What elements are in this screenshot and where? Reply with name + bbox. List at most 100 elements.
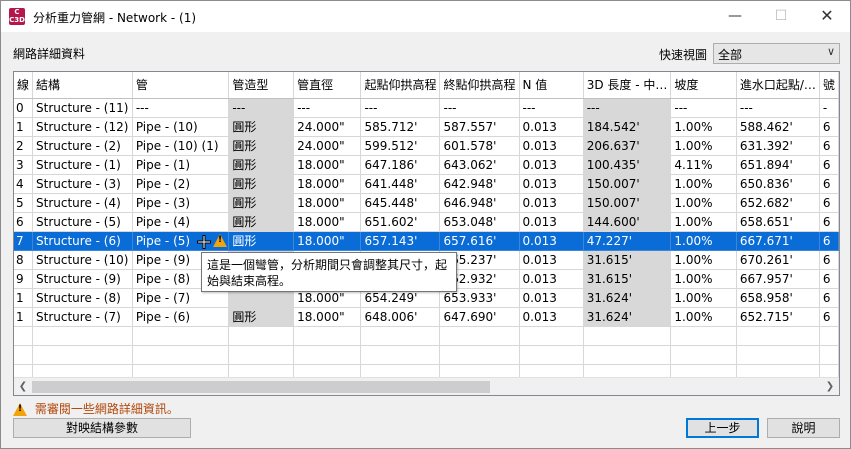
table-row[interactable]: 1 Structure - (7) Pipe - (6) 圓形 18.000" 648.0… <box>14 307 839 327</box>
table-cell[interactable]: 1 <box>14 307 34 327</box>
table-cell[interactable]: 150.007' <box>583 193 672 213</box>
table-cell[interactable]: Structure - (10) <box>32 250 133 270</box>
quick-view-dropdown[interactable]: 全部 ∨ <box>713 43 840 64</box>
table-cell[interactable]: 667.671' <box>736 231 820 251</box>
map-structure-params-button[interactable]: 對映結構參數 <box>13 418 191 438</box>
table-cell[interactable]: 1.00% <box>670 136 737 156</box>
table-cell[interactable]: 1.00% <box>670 231 737 251</box>
table-cell[interactable]: 0.013 <box>519 117 584 137</box>
table-cell[interactable]: Structure - (11) <box>32 98 133 118</box>
table-cell[interactable]: 18.000" <box>293 155 362 175</box>
table-cell[interactable]: 144.600' <box>583 212 672 232</box>
table-cell[interactable]: 47.227' <box>583 231 672 251</box>
table-cell[interactable]: 1 <box>14 117 34 137</box>
table-cell[interactable]: 0.013 <box>519 250 584 270</box>
table-cell[interactable]: Structure - (2) <box>32 136 133 156</box>
table-cell[interactable]: 4 <box>14 174 34 194</box>
table-cell[interactable]: 24.000" <box>293 136 362 156</box>
table-cell[interactable]: 641.448' <box>360 174 441 194</box>
table-cell[interactable]: --- <box>293 98 362 118</box>
table-cell[interactable]: 圓形 <box>228 212 295 232</box>
table-cell[interactable]: 1.00% <box>670 307 737 327</box>
table-cell[interactable]: Pipe - (6) <box>132 307 230 327</box>
table-cell[interactable]: 658.958' <box>736 288 820 308</box>
table-cell[interactable]: 2 <box>14 136 34 156</box>
table-cell[interactable]: Pipe - (2) <box>132 174 230 194</box>
table-cell[interactable]: --- <box>670 98 737 118</box>
table-cell[interactable]: --- <box>360 98 441 118</box>
table-cell[interactable]: 646.948' <box>439 193 520 213</box>
table-cell[interactable]: 3 <box>14 155 34 175</box>
table-cell[interactable]: 588.462' <box>736 117 820 137</box>
table-cell[interactable]: 645.448' <box>360 193 441 213</box>
horizontal-scrollbar[interactable]: ❮ ❯ <box>14 377 839 395</box>
table-cell[interactable]: 31.615' <box>583 250 672 270</box>
title-bar[interactable]: C C3D 分析重力管網 - Network - (1) — ☐ ✕ <box>1 1 850 32</box>
table-cell[interactable]: 18.000" <box>293 307 362 327</box>
back-button[interactable]: 上一步 <box>686 418 759 438</box>
table-cell[interactable]: 圓形 <box>228 307 295 327</box>
table-cell[interactable]: 184.542' <box>583 117 672 137</box>
table-cell[interactable]: 651.602' <box>360 212 441 232</box>
table-cell[interactable]: 0.013 <box>519 136 584 156</box>
table-cell[interactable]: 1.00% <box>670 212 737 232</box>
table-cell[interactable]: 31.624' <box>583 288 672 308</box>
table-cell[interactable]: Structure - (12) <box>32 117 133 137</box>
column-header[interactable]: 管造型 <box>228 72 295 99</box>
warning-icon[interactable] <box>213 233 227 247</box>
table-cell[interactable]: 18.000" <box>293 193 362 213</box>
table-row[interactable]: 5 Structure - (4) Pipe - (3) 圓形 18.000" 645.4… <box>14 193 839 213</box>
table-cell[interactable]: Structure - (3) <box>32 174 133 194</box>
table-cell[interactable]: --- <box>132 98 230 118</box>
table-cell[interactable]: 206.637' <box>583 136 672 156</box>
column-header[interactable]: 管直徑 <box>293 72 362 99</box>
table-cell[interactable]: 652.715' <box>736 307 820 327</box>
table-row[interactable]: 6 Structure - (5) Pipe - (4) 圓形 18.000" 651.6… <box>14 212 839 232</box>
table-row[interactable]: 1 Structure - (12) Pipe - (10) 圓形 24.000" 585… <box>14 117 839 137</box>
table-cell[interactable]: 6 <box>819 193 839 213</box>
table-cell[interactable]: 0 <box>14 98 34 118</box>
table-cell[interactable]: 6 <box>819 288 839 308</box>
table-cell[interactable]: 653.048' <box>439 212 520 232</box>
table-cell[interactable]: 18.000" <box>293 212 362 232</box>
table-cell[interactable]: 1.00% <box>670 117 737 137</box>
table-cell[interactable]: 658.651' <box>736 212 820 232</box>
table-cell[interactable]: Pipe - (4) <box>132 212 230 232</box>
column-header[interactable]: N 值 <box>519 72 584 99</box>
table-cell[interactable]: 6 <box>819 250 839 270</box>
scroll-left-icon[interactable]: ❮ <box>14 378 32 395</box>
table-cell[interactable]: 圓形 <box>228 117 295 137</box>
table-cell[interactable]: 1.00% <box>670 288 737 308</box>
table-cell[interactable]: 0.013 <box>519 231 584 251</box>
scrollbar-thumb[interactable] <box>32 381 490 393</box>
table-cell[interactable]: 651.894' <box>736 155 820 175</box>
table-cell[interactable]: 0.013 <box>519 288 584 308</box>
table-cell[interactable]: 6 <box>819 307 839 327</box>
table-cell[interactable]: 1.00% <box>670 250 737 270</box>
table-cell[interactable]: 1.00% <box>670 193 737 213</box>
table-cell[interactable]: 657.616' <box>439 231 520 251</box>
table-cell[interactable]: --- <box>519 98 584 118</box>
table-cell[interactable]: 4.11% <box>670 155 737 175</box>
table-cell[interactable]: 100.435' <box>583 155 672 175</box>
maximize-icon[interactable]: ☐ <box>758 1 804 32</box>
table-cell[interactable]: 647.186' <box>360 155 441 175</box>
table-cell[interactable]: 7 <box>14 231 34 251</box>
table-cell[interactable]: 6 <box>819 155 839 175</box>
table-cell[interactable]: 1.00% <box>670 269 737 289</box>
table-cell[interactable]: 631.392' <box>736 136 820 156</box>
table-cell[interactable]: 0.013 <box>519 193 584 213</box>
table-cell[interactable]: 圓形 <box>228 155 295 175</box>
table-cell[interactable]: 1.00% <box>670 174 737 194</box>
column-header[interactable]: 坡度 <box>670 72 737 99</box>
table-cell[interactable]: Structure - (4) <box>32 193 133 213</box>
table-cell[interactable]: Structure - (5) <box>32 212 133 232</box>
table-cell[interactable]: --- <box>736 98 820 118</box>
column-header[interactable]: 線 <box>14 72 34 99</box>
table-cell[interactable]: 650.836' <box>736 174 820 194</box>
table-cell[interactable]: 0.013 <box>519 307 584 327</box>
table-cell[interactable]: 5 <box>14 193 34 213</box>
table-row[interactable]: 0 Structure - (11) --- --- --- --- --- --- --- --… <box>14 98 839 118</box>
column-header[interactable]: 結構 <box>32 72 133 99</box>
table-cell[interactable]: Pipe - (1) <box>132 155 230 175</box>
